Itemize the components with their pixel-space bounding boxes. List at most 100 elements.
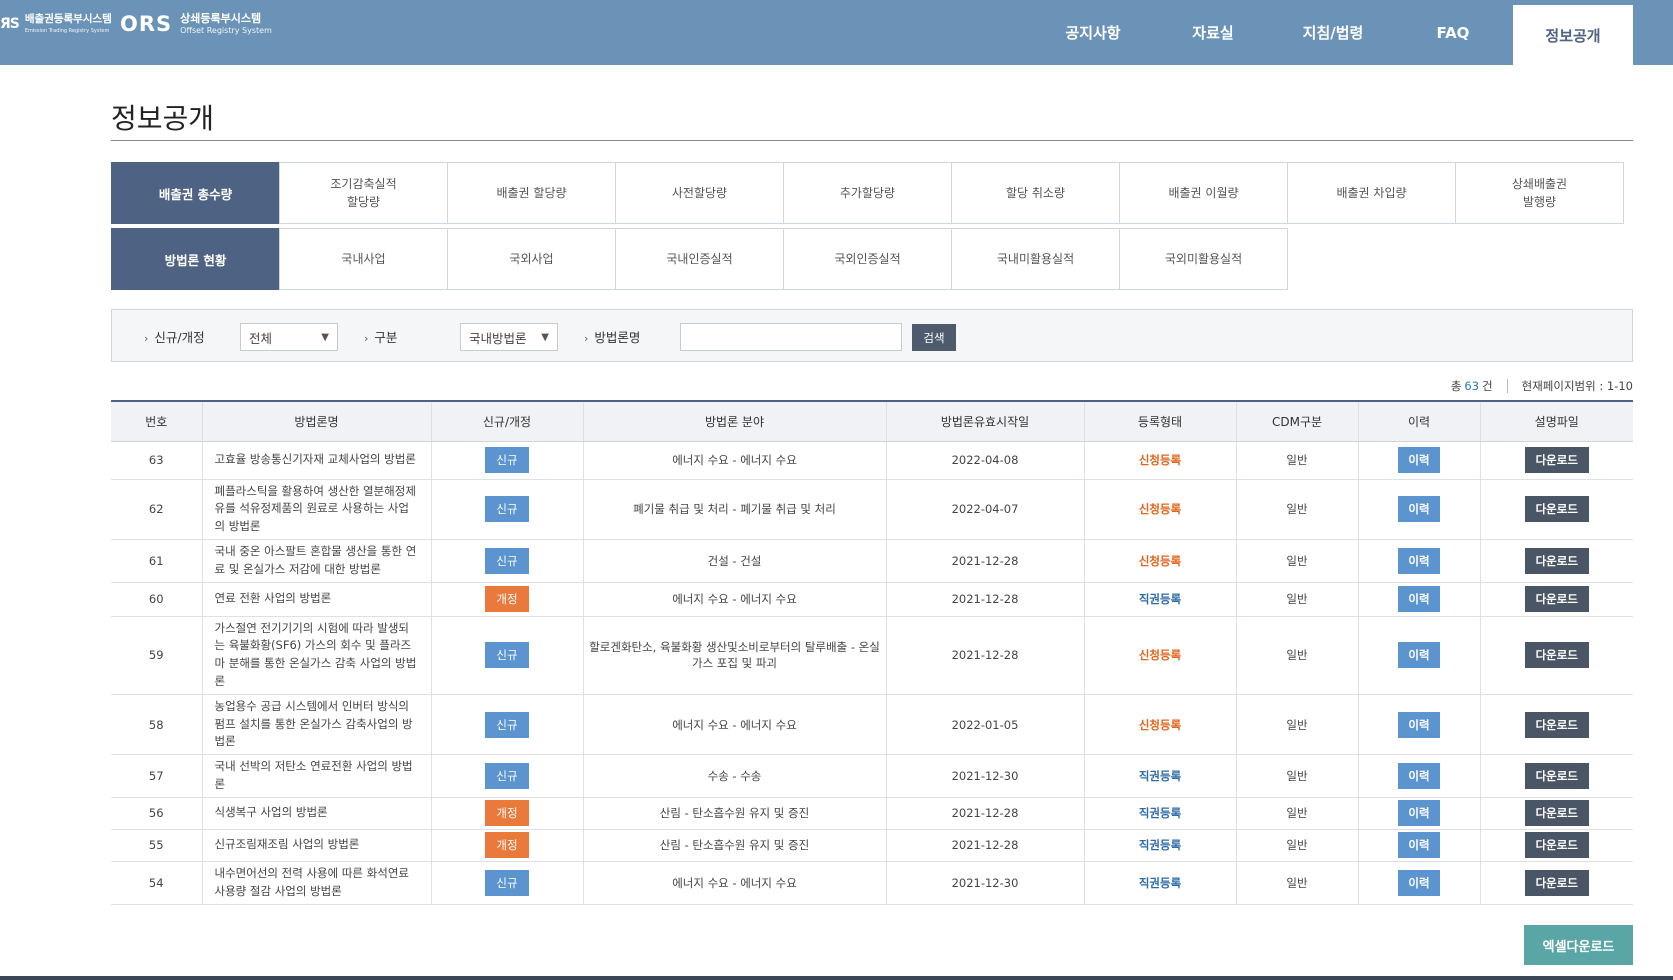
table-row: 57 국내 선박의 저탄소 연료전환 사업의 방법론 신규 수송 - 수송 2021-1… [111,754,1633,798]
chevron-right-icon: › [364,332,369,345]
methodology-name[interactable]: 내수면어선의 전력 사용에 따른 화석연료 사용량 절감 사업의 방법론 [201,861,431,905]
methodology-table: 번호 방법론명 신규/개정 방법론 분야 방법론유효시작일 등록형태 CDM구분… [111,400,1633,905]
tab-overseas-certified[interactable]: 국외인증실적 [783,228,952,290]
chevron-down-icon: ▼ [541,331,549,343]
tab-group-allowance-total[interactable]: 배출권 총수량 [111,162,280,224]
history-button[interactable]: 이력 [1398,800,1440,827]
download-button[interactable]: 다운로드 [1524,832,1589,859]
table-row: 56 식생복구 사업의 방법론 개정 산림 - 탄소흡수원 유지 및 증진 2021-1… [111,797,1633,830]
methodology-name[interactable]: 식생복구 사업의 방법론 [201,797,431,830]
col-header-no: 번호 [111,400,202,442]
col-header-history: 이력 [1357,400,1480,442]
ets-logo[interactable]: ЯS 배출권등록부시스템 Emission Trading Registry S… [0,14,112,34]
table-row: 62 폐플라스틱을 활용하여 생산한 열분해정제유를 석유정제품의 원료로 사용하… [111,479,1633,540]
page-range: 현재페이지범위 : 1-10 [1521,379,1633,393]
row-number: 60 [111,582,202,617]
tab-domestic-project[interactable]: 국내사업 [279,228,448,290]
table-row: 59 가스절연 전기기기의 시험에 따라 발생되는 육불화황(SF6) 가스의 회… [111,616,1633,695]
tab-overseas-project[interactable]: 국외사업 [447,228,616,290]
nav-guidelines[interactable]: 지침/법령 [1273,0,1393,65]
tab-allocation[interactable]: 배출권 할당량 [447,162,616,224]
tab-carryover[interactable]: 배출권 이월량 [1119,162,1288,224]
methodology-name[interactable]: 연료 전환 사업의 방법론 [201,582,431,617]
download-button[interactable]: 다운로드 [1524,763,1589,790]
download-button[interactable]: 다운로드 [1524,547,1589,574]
ors-logo-mark: ORS [120,12,173,36]
history-button[interactable]: 이력 [1398,832,1440,859]
tab-row-methodology: 방법론 현황 국내사업 국외사업 국내인증실적 국외인증실적 국내미활용실적 국… [111,228,1288,290]
row-number: 58 [111,694,202,756]
methodology-name-input[interactable] [680,323,902,351]
methodology-name[interactable]: 신규조림재조림 사업의 방법론 [201,829,431,862]
tab-domestic-certified[interactable]: 국내인증실적 [615,228,784,290]
history-button[interactable]: 이력 [1398,642,1440,669]
type-badge: 개정 [485,832,529,859]
cdm-type: 일반 [1235,694,1358,756]
category-filter-select[interactable]: 국내방법론 ▼ [460,323,558,351]
history-button[interactable]: 이력 [1398,763,1440,790]
tab-overseas-unused[interactable]: 국외미활용실적 [1119,228,1288,290]
tab-borrowing[interactable]: 배출권 차입량 [1287,162,1456,224]
ors-logo[interactable]: ORS 상쇄등록부시스템 Offset Registry System [120,12,272,36]
row-number: 56 [111,797,202,830]
download-button[interactable]: 다운로드 [1524,800,1589,827]
category-filter-label: › 구분 [364,330,398,345]
download-button[interactable]: 다운로드 [1524,869,1589,896]
type-filter-label: › 신규/개정 [144,330,205,345]
tab-domestic-unused[interactable]: 국내미활용실적 [951,228,1120,290]
type-filter-select[interactable]: 전체 ▼ [240,323,338,351]
tab-early-reduction[interactable]: 조기감축실적 할당량 [279,162,448,224]
methodology-name-label: › 방법론명 [584,330,641,345]
tab-row-allowance: 배출권 총수량 조기감축실적 할당량 배출권 할당량 사전할당량 추가할당량 할… [111,162,1624,224]
cdm-type: 일반 [1235,582,1358,617]
cdm-type: 일반 [1235,441,1358,480]
nav-info-disclosure[interactable]: 정보공개 [1513,5,1633,65]
history-button[interactable]: 이력 [1398,586,1440,613]
methodology-name[interactable]: 국내 중온 아스팔트 혼합물 생산을 통한 연료 및 온실가스 저감에 대한 방… [201,539,431,583]
type-badge: 개정 [485,800,529,827]
download-button[interactable]: 다운로드 [1524,711,1589,738]
col-header-cdm: CDM구분 [1235,400,1358,442]
chevron-down-icon: ▼ [321,331,329,343]
excel-download-button[interactable]: 엑셀다운로드 [1524,925,1633,965]
valid-start-date: 2022-04-08 [885,441,1084,480]
methodology-field: 할로겐화탄소, 육불화황 생산및소비로부터의 탈루배출 - 온실가스 포집 및 … [582,616,886,695]
cdm-type: 일반 [1235,829,1358,862]
cdm-type: 일반 [1235,797,1358,830]
download-button[interactable]: 다운로드 [1524,447,1589,473]
bottom-divider [0,976,1673,980]
tab-pre-allocation[interactable]: 사전할당량 [615,162,784,224]
download-button[interactable]: 다운로드 [1524,496,1589,523]
row-number: 59 [111,616,202,695]
tab-group-methodology[interactable]: 방법론 현황 [111,228,280,290]
type-badge: 개정 [485,586,529,613]
main-nav: 공지사항 자료실 지침/법령 FAQ 정보공개 [1033,0,1673,65]
download-button[interactable]: 다운로드 [1524,586,1589,613]
tab-offset-issuance[interactable]: 상쇄배출권 발행량 [1455,162,1624,224]
history-button[interactable]: 이력 [1398,496,1440,523]
valid-start-date: 2021-12-28 [885,616,1084,695]
valid-start-date: 2022-04-07 [885,479,1084,540]
type-badge: 신규 [485,869,529,896]
history-button[interactable]: 이력 [1398,711,1440,738]
methodology-name[interactable]: 가스절연 전기기기의 시험에 따라 발생되는 육불화황(SF6) 가스의 회수 … [201,616,431,695]
tab-additional-allocation[interactable]: 추가할당량 [783,162,952,224]
nav-archive[interactable]: 자료실 [1153,0,1273,65]
history-button[interactable]: 이력 [1398,547,1440,574]
tab-allocation-cancel[interactable]: 할당 취소량 [951,162,1120,224]
registration-type: 신청등록 [1138,648,1182,663]
methodology-field: 폐기물 취급 및 처리 - 폐기물 취급 및 처리 [582,479,886,540]
methodology-name[interactable]: 국내 선박의 저탄소 연료전환 사업의 방법론 [201,754,431,798]
history-button[interactable]: 이력 [1398,447,1440,473]
methodology-field: 산림 - 탄소흡수원 유지 및 증진 [582,829,886,862]
type-badge: 신규 [485,711,529,738]
history-button[interactable]: 이력 [1398,869,1440,896]
methodology-name[interactable]: 폐플라스틱을 활용하여 생산한 열분해정제유를 석유정제품의 원료로 사용하는 … [201,479,431,540]
methodology-name[interactable]: 농업용수 공급 시스템에서 인버터 방식의 펌프 설치를 통한 온실가스 감축사… [201,694,431,756]
methodology-name[interactable]: 고효율 방송통신기자재 교체사업의 방법론 [201,441,431,480]
methodology-field: 건설 - 건설 [582,539,886,583]
nav-faq[interactable]: FAQ [1393,0,1513,65]
nav-notice[interactable]: 공지사항 [1033,0,1153,65]
download-button[interactable]: 다운로드 [1524,642,1589,669]
search-button[interactable]: 검색 [912,324,956,351]
